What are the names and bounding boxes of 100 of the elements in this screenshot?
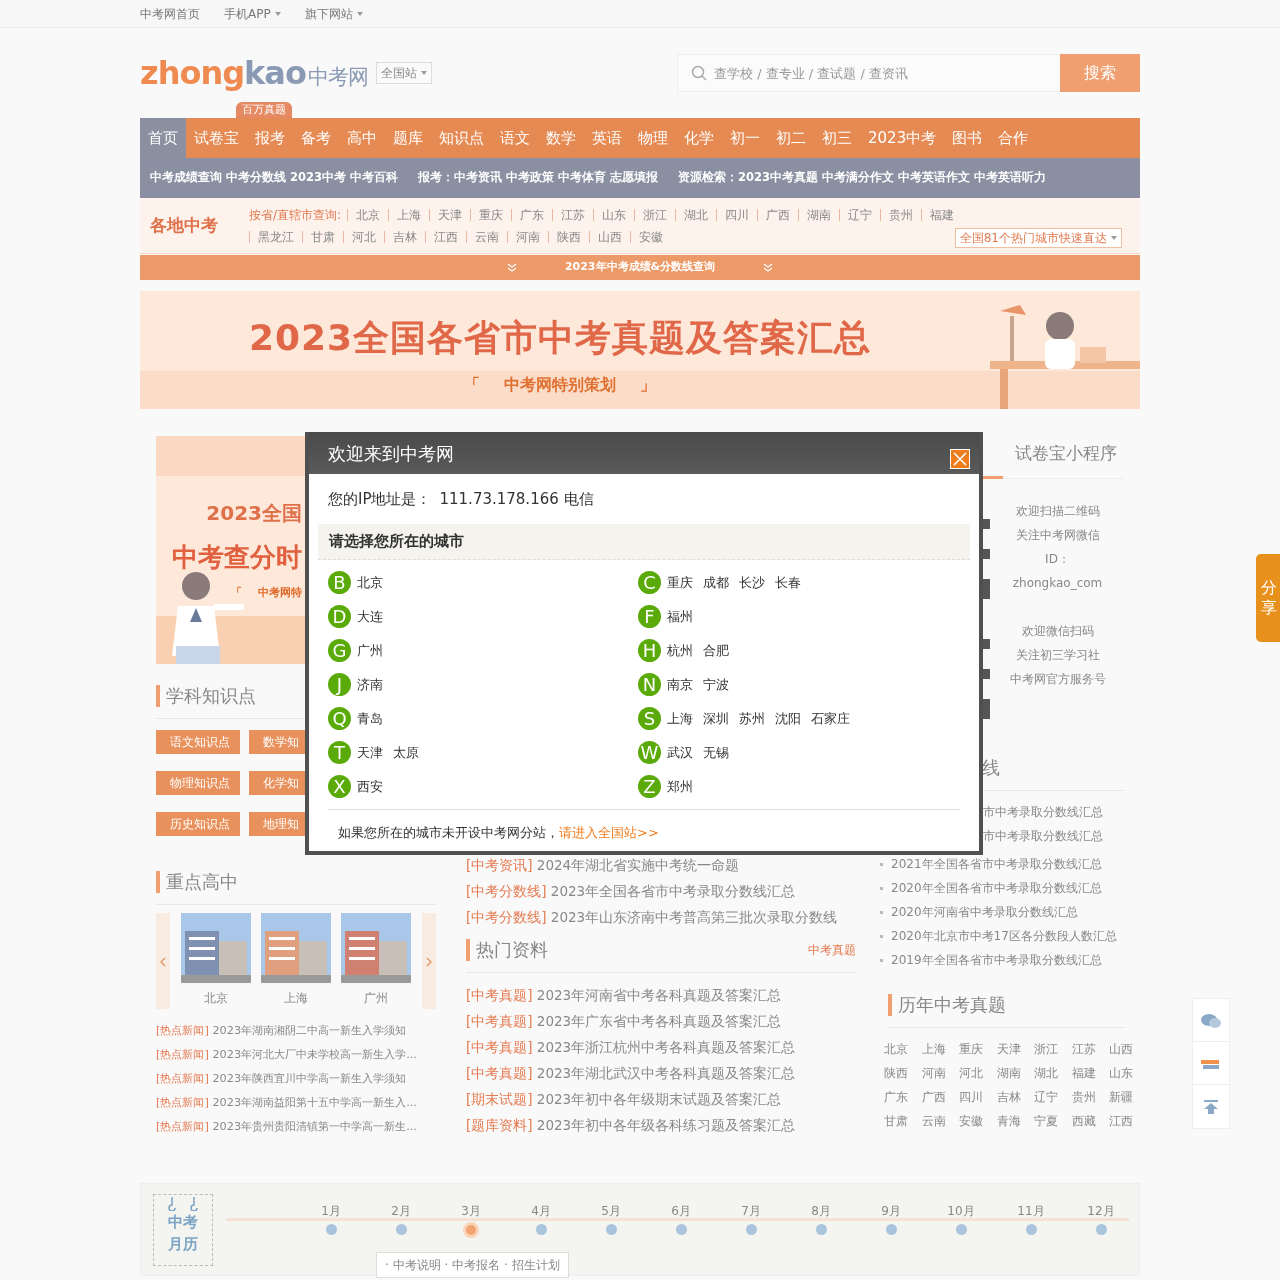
arrow-right-button[interactable] [422, 913, 436, 1009]
province-link[interactable]: 山东 [1109, 1061, 1147, 1085]
province-link[interactable]: 山西 [1109, 1037, 1147, 1061]
month-tab[interactable]: 2月 [391, 1202, 411, 1220]
month-dot[interactable] [1025, 1224, 1037, 1235]
news-link[interactable]: [热点新闻] 2023年陕西宜川中学高一新生入学须知 [156, 1067, 436, 1091]
city-option[interactable]: 苏州 [739, 706, 765, 730]
score-link[interactable]: 2023年中考成绩&分数线查询 [564, 259, 716, 276]
national-site-link[interactable]: 请进入全国站>> [559, 824, 659, 840]
province-link[interactable]: 天津 [996, 1037, 1034, 1061]
nav-tab[interactable]: 图书 [944, 118, 991, 158]
province-link[interactable]: 河南 [921, 1061, 959, 1085]
city-option[interactable]: 长春 [775, 570, 801, 594]
city-option[interactable]: 杭州 [667, 638, 693, 662]
month-tab[interactable]: 1月 [321, 1202, 341, 1220]
subnav-link[interactable]: 中考英语听力 [974, 169, 1047, 187]
month-tab[interactable]: 4月 [531, 1202, 551, 1220]
score-link[interactable]: 2020年全国各省市中考录取分数线汇总 [891, 876, 1102, 900]
province-link[interactable]: 广西 [921, 1085, 959, 1109]
logo[interactable]: zhongkao中考网 [140, 49, 368, 97]
subnav-link[interactable]: 2023中考真题 [738, 169, 819, 187]
nav-tab[interactable]: 知识点 [431, 118, 492, 158]
city-option[interactable]: 广州 [357, 638, 383, 662]
city-link[interactable]: 四川 [716, 208, 758, 221]
nav-tab[interactable]: 数学 [538, 118, 584, 158]
city-link[interactable]: 辽宁 [839, 208, 881, 221]
month-dot[interactable] [1095, 1224, 1107, 1235]
city-link[interactable]: 湖北 [675, 208, 717, 221]
month-tab[interactable]: 9月 [881, 1202, 901, 1220]
nav-tab[interactable]: 语文 [492, 118, 538, 158]
score-link[interactable]: 2020年河南省中考录取分数线汇总 [891, 900, 1078, 924]
city-option[interactable]: 太原 [393, 740, 419, 764]
news-link[interactable]: [期末试题] 2023年初中各年级期末试题及答案汇总 [466, 1086, 856, 1112]
news-link[interactable]: [中考真题] 2023年浙江杭州中考各科真题及答案汇总 [466, 1034, 856, 1060]
city-option[interactable]: 成都 [703, 570, 729, 594]
month-dot[interactable] [535, 1224, 547, 1235]
city-option[interactable]: 青岛 [357, 706, 383, 730]
city-link[interactable]: 河南 [507, 230, 548, 243]
news-link[interactable]: [中考分数线] 2023年山东济南中考普高第三批次录取分数线 [466, 904, 856, 930]
more-link[interactable]: 中考真题 [808, 941, 856, 959]
province-link[interactable]: 辽宁 [1034, 1085, 1072, 1109]
city-link[interactable]: 福建 [921, 208, 963, 221]
month-dot[interactable] [605, 1224, 617, 1235]
score-link[interactable]: 2021年全国各省市中考录取分数线汇总 [891, 852, 1102, 876]
month-tab[interactable]: 8月 [811, 1202, 831, 1220]
month-tab[interactable]: 7月 [741, 1202, 761, 1220]
city-link[interactable]: 广东 [511, 208, 553, 221]
nav-tab[interactable]: 化学 [676, 118, 722, 158]
nav-tab[interactable]: 物理 [630, 118, 676, 158]
city-option[interactable]: 上海 [667, 706, 693, 730]
city-option[interactable]: 郑州 [667, 774, 693, 798]
month-dot[interactable] [955, 1224, 967, 1235]
province-link[interactable]: 陕西 [884, 1061, 922, 1085]
subnav-link[interactable]: 中考资讯 [454, 169, 502, 187]
city-link[interactable]: 广西 [757, 208, 799, 221]
arrow-left-button[interactable] [156, 913, 170, 1009]
subnav-link[interactable]: 2023中考 [290, 169, 346, 187]
province-link[interactable]: 四川 [959, 1085, 997, 1109]
province-link[interactable]: 河北 [959, 1061, 997, 1085]
city-link[interactable]: 陕西 [548, 230, 589, 243]
city-option[interactable]: 南京 [667, 672, 693, 696]
score-link[interactable]: 2019年全国各省市中考录取分数线汇总 [891, 948, 1102, 972]
city-link[interactable]: 山东 [593, 208, 635, 221]
month-dot[interactable] [463, 1222, 479, 1238]
province-link[interactable]: 青海 [996, 1109, 1034, 1133]
subnav-link[interactable]: 中考满分作文 [822, 169, 895, 187]
province-link[interactable]: 贵州 [1071, 1085, 1109, 1109]
city-link[interactable]: 湖南 [798, 208, 840, 221]
search-button[interactable]: 搜索 [1060, 54, 1140, 92]
province-link[interactable]: 新疆 [1109, 1085, 1147, 1109]
subnav-link[interactable]: 志愿填报 [610, 169, 658, 187]
nav-tab[interactable]: 英语 [584, 118, 630, 158]
subject-button[interactable]: 物理知识点 [156, 771, 240, 795]
city-option[interactable]: 西安 [357, 774, 383, 798]
province-link[interactable]: 江苏 [1071, 1037, 1109, 1061]
subnav-link[interactable]: 中考政策 [506, 169, 554, 187]
news-link[interactable]: [热点新闻] 2023年湖南湘阴二中高一新生入学须知 [156, 1019, 436, 1043]
close-button[interactable] [950, 449, 970, 469]
month-tab[interactable]: 10月 [947, 1202, 975, 1220]
news-link[interactable]: [中考真题] 2023年广东省中考各科真题及答案汇总 [466, 1008, 856, 1034]
city-link[interactable]: 河北 [343, 230, 384, 243]
nav-tab[interactable]: 2023中考 [860, 118, 945, 158]
news-link[interactable]: [热点新闻] 2023年河北大厂中未学校高一新生入学... [156, 1043, 436, 1067]
news-link[interactable]: [中考分数线] 2023年全国各省市中考录取分数线汇总 [466, 878, 856, 904]
news-link[interactable]: [中考真题] 2023年河南省中考各科真题及答案汇总 [466, 982, 856, 1008]
month-dot[interactable] [675, 1224, 687, 1235]
city-option[interactable]: 深圳 [703, 706, 729, 730]
share-button[interactable]: 分享 [1256, 554, 1280, 642]
subnav-link[interactable]: 中考体育 [558, 169, 606, 187]
city-option[interactable]: 重庆 [667, 570, 693, 594]
city-link[interactable]: 江西 [425, 230, 466, 243]
city-link[interactable]: 上海 [388, 208, 430, 221]
city-link[interactable]: 山西 [589, 230, 630, 243]
score-link[interactable]: 2020年北京市中考17区各分数段人数汇总 [891, 924, 1117, 948]
top-link[interactable]: 手机APP [224, 0, 271, 28]
city-link[interactable]: 重庆 [470, 208, 512, 221]
province-link[interactable]: 湖南 [996, 1061, 1034, 1085]
city-link[interactable]: 江苏 [552, 208, 594, 221]
city-option[interactable]: 合肥 [703, 638, 729, 662]
province-link[interactable]: 浙江 [1034, 1037, 1072, 1061]
